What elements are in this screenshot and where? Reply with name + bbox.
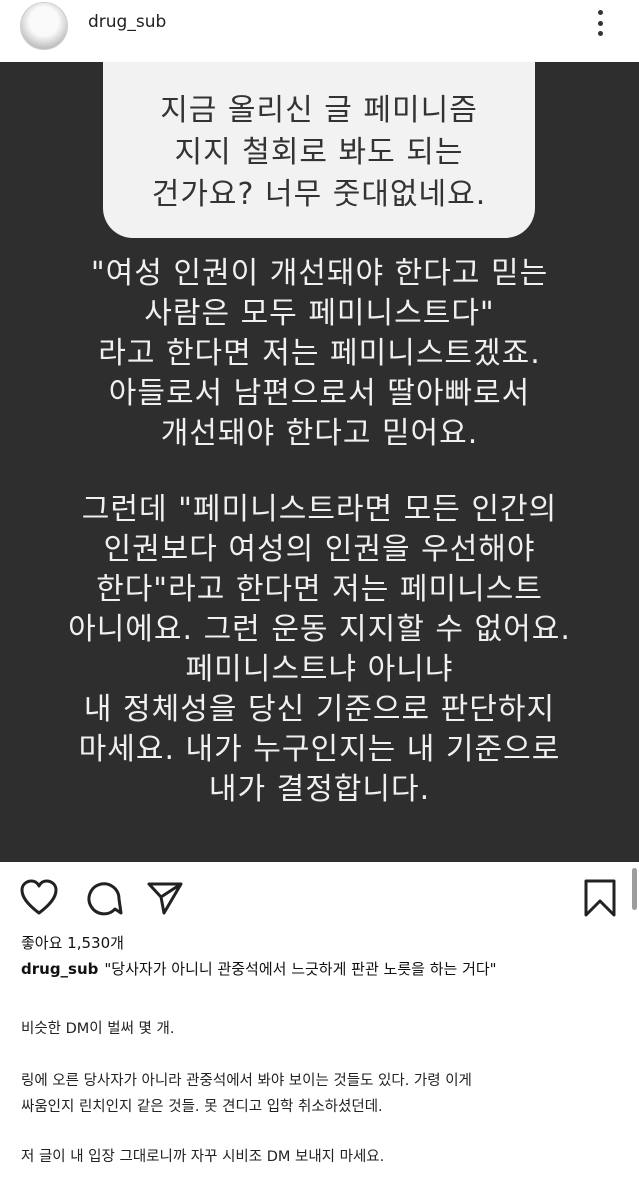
question-sticker: 지금 올리신 글 페미니즘 지지 철회로 봐도 되는 건가요? 너무 줏대없네요… — [103, 62, 535, 238]
caption-username[interactable]: drug_sub — [21, 960, 98, 978]
post-username[interactable]: drug_sub — [88, 12, 166, 32]
heart-icon[interactable] — [19, 878, 59, 918]
bookmark-icon[interactable] — [580, 878, 620, 918]
question-line: 건가요? 너무 줏대없네요. — [151, 177, 487, 212]
answer-line: 아니에요. 그런 운동 지지할 수 없어요. — [68, 612, 571, 647]
caption-paragraph: 링에 오른 당사자가 아니라 관중석에서 봐야 보이는 것들도 있다. 가령 이… — [21, 1073, 472, 1089]
comment-icon[interactable] — [84, 878, 124, 918]
answer-line: 그런데 "페미니스트라면 모든 인간의 — [81, 492, 558, 527]
answer-line: 한다"라고 한다면 저는 페미니스트 — [96, 572, 543, 607]
likes-count[interactable]: 좋아요 1,530개 — [21, 932, 124, 953]
more-options-icon[interactable] — [594, 8, 606, 38]
avatar[interactable] — [20, 2, 68, 50]
answer-line: 아들로서 남편으로서 딸아빠로서 — [108, 376, 531, 411]
answer-line: 내가 결정합니다. — [208, 772, 431, 807]
answer-text: "여성 인권이 개선돼야 한다고 믿는 사람은 모두 페미니스트다" 라고 한다… — [0, 254, 639, 810]
answer-line: 페미니스트냐 아니냐 — [185, 652, 454, 687]
answer-line: 라고 한다면 저는 페미니스트겠죠. — [98, 336, 541, 371]
send-icon[interactable] — [145, 878, 185, 918]
answer-line: 개선돼야 한다고 믿어요. — [160, 416, 479, 451]
question-line: 지금 올리신 글 페미니즘 — [160, 93, 478, 128]
question-line: 지지 철회로 봐도 되는 — [174, 135, 464, 170]
caption: drug_sub "당사자가 아니니 관중석에서 느긋하게 판관 노릇을 하는 거… — [21, 958, 497, 979]
caption-paragraph: 비슷한 DM이 벌써 몇 개. — [21, 1021, 175, 1037]
answer-line: 마세요. 내가 누구인지는 내 기준으로 — [78, 732, 561, 767]
caption-paragraph: 저 글이 내 입장 그대로니까 자꾸 시비조 DM 보내지 마세요. — [21, 1149, 385, 1165]
answer-line: 인권보다 여성의 인권을 우선해야 — [103, 532, 536, 567]
post-image: 지금 올리신 글 페미니즘 지지 철회로 봐도 되는 건가요? 너무 줏대없네요… — [0, 62, 639, 862]
answer-line: 사람은 모두 페미니스트다" — [144, 296, 495, 331]
scrollbar[interactable] — [632, 868, 637, 910]
caption-paragraph: 싸움인지 린치인지 같은 것들. 못 견디고 입학 취소하셨던데. — [21, 1099, 383, 1115]
caption-text: "당사자가 아니니 관중석에서 느긋하게 판관 노릇을 하는 거다" — [104, 960, 497, 978]
action-bar — [0, 872, 639, 928]
answer-line: "여성 인권이 개선돼야 한다고 믿는 — [90, 256, 549, 291]
post-header: drug_sub — [0, 0, 639, 60]
answer-line: 내 정체성을 당신 기준으로 판단하지 — [83, 692, 556, 727]
